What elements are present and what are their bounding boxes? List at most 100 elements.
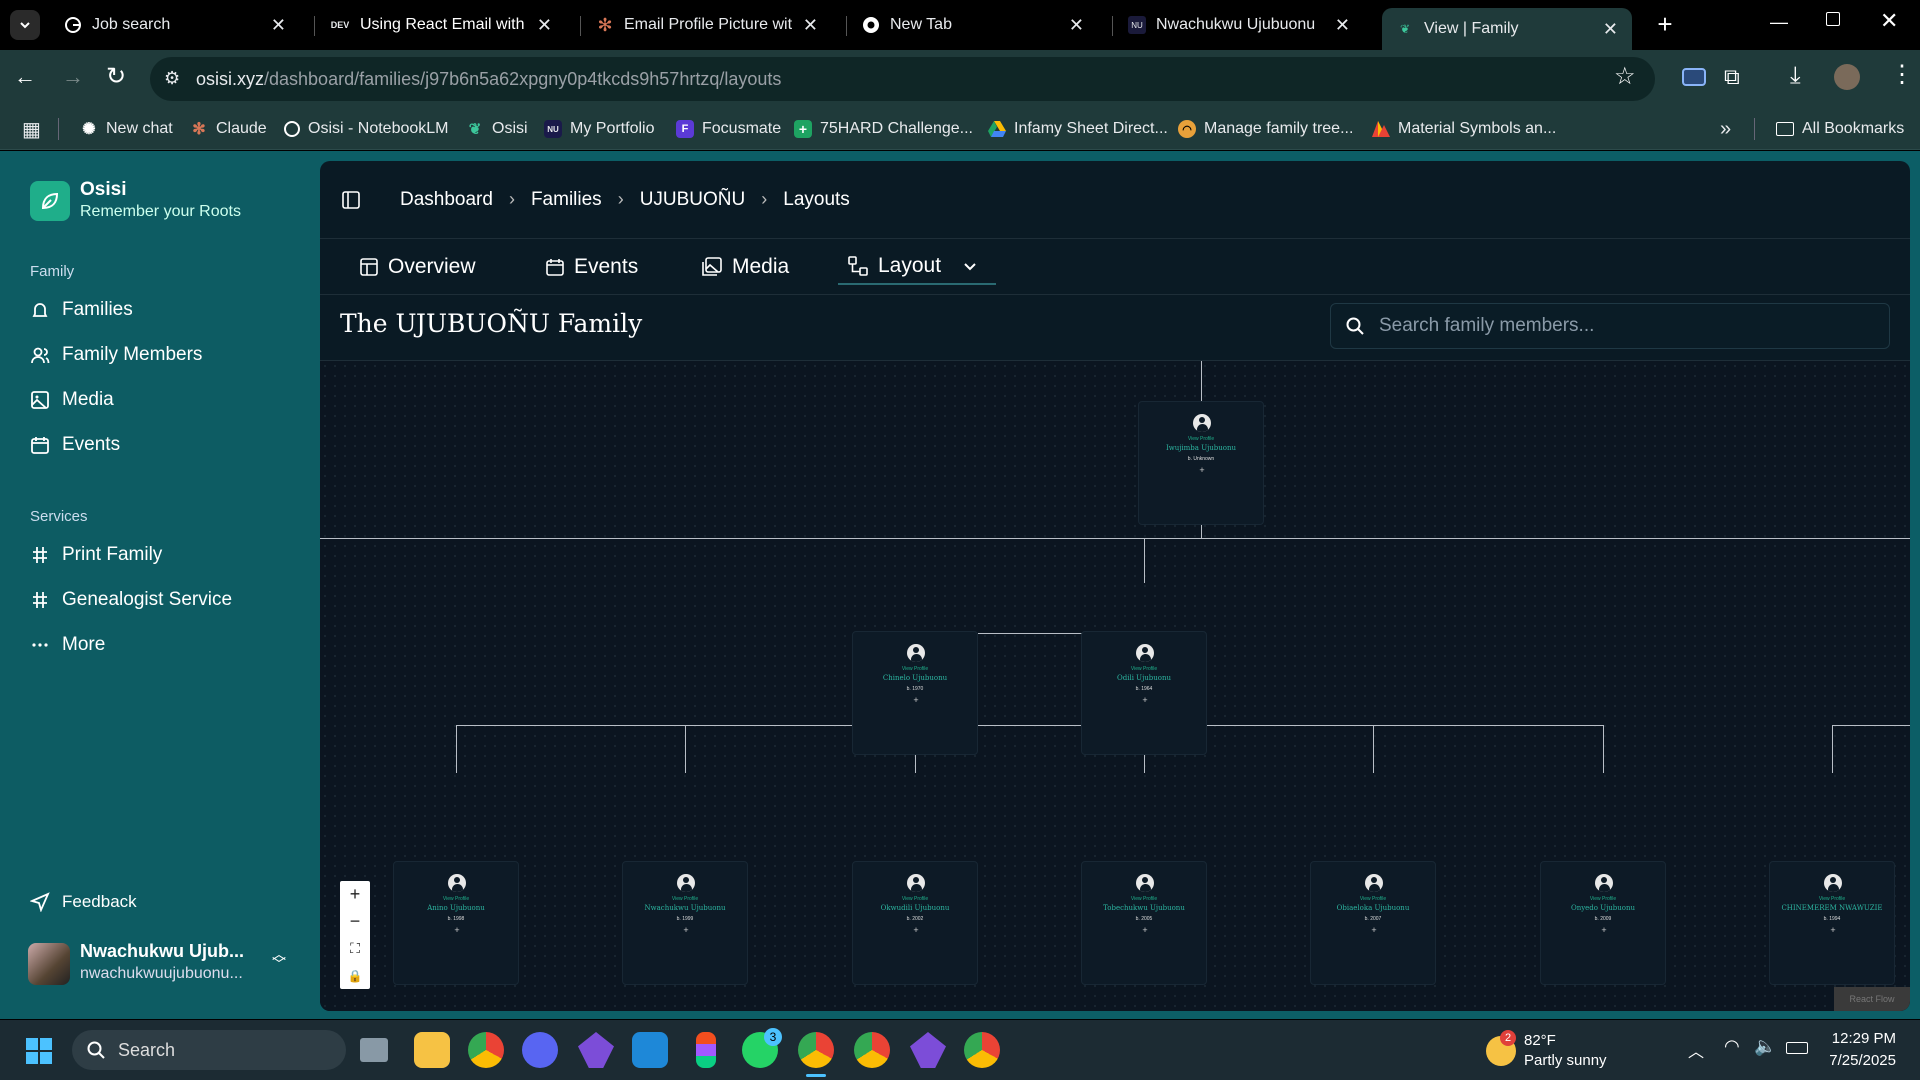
chrome-icon[interactable] xyxy=(964,1032,1000,1068)
sidebar-item-families[interactable]: Families xyxy=(30,299,133,321)
view-profile-link[interactable]: View Profile xyxy=(623,896,747,902)
close-icon[interactable]: ✕ xyxy=(803,15,818,36)
bookmarks-overflow-icon[interactable]: » xyxy=(1720,116,1731,142)
add-relative-button[interactable]: + xyxy=(1138,924,1152,936)
back-arrow-icon[interactable]: ← xyxy=(14,64,36,90)
bookmark-item[interactable]: +75HARD Challenge... xyxy=(794,116,973,142)
wifi-icon[interactable]: ◠ xyxy=(1724,1036,1740,1057)
volume-icon[interactable]: 🔈 xyxy=(1754,1036,1776,1057)
view-profile-link[interactable]: View Profile xyxy=(853,666,977,672)
family-member-node[interactable]: View Profile Iwujimba Ujubuonu b. Unknow… xyxy=(1138,401,1264,525)
breadcrumb-item[interactable]: UJUBUOÑU xyxy=(640,189,746,211)
add-relative-button[interactable]: + xyxy=(909,694,923,706)
browser-tab[interactable]: NU Nwachukwu Ujubuonu ✕ xyxy=(1114,8,1364,42)
bookmark-item[interactable]: Material Symbols an... xyxy=(1372,116,1556,142)
add-relative-button[interactable]: + xyxy=(909,924,923,936)
all-bookmarks-button[interactable]: All Bookmarks xyxy=(1776,116,1904,142)
sidebar-item-print-family[interactable]: Print Family xyxy=(30,544,162,566)
browser-tab[interactable]: DEV Using React Email with the ✕ xyxy=(316,8,566,42)
weather-widget[interactable]: 2 82°F Partly sunny xyxy=(1486,1026,1626,1074)
add-relative-button[interactable]: + xyxy=(1597,924,1611,936)
bookmark-item[interactable]: ✺ New chat xyxy=(80,116,172,142)
view-profile-link[interactable]: View Profile xyxy=(1541,896,1665,902)
close-icon[interactable]: ✕ xyxy=(1335,15,1350,36)
taskbar-search[interactable]: Search xyxy=(72,1030,346,1070)
fit-view-button[interactable]: ⛶ xyxy=(340,935,370,962)
view-profile-link[interactable]: View Profile xyxy=(1082,666,1206,672)
family-member-node[interactable]: View Profile CHINEMEREM NWAWUZIE b. 1994… xyxy=(1769,861,1895,985)
add-relative-button[interactable]: + xyxy=(1195,464,1209,476)
task-view-icon[interactable] xyxy=(360,1038,388,1062)
browser-tab[interactable]: ✻ Email Profile Picture with R ✕ xyxy=(582,8,832,42)
view-profile-link[interactable]: View Profile xyxy=(1082,896,1206,902)
family-member-node[interactable]: View Profile Okwudili Ujubuonu b. 2002 + xyxy=(852,861,978,985)
close-icon[interactable]: ✕ xyxy=(537,15,552,36)
bookmark-item[interactable]: NU My Portfolio xyxy=(544,116,654,142)
family-tree-canvas[interactable]: View Profile Iwujimba Ujubuonu b. Unknow… xyxy=(320,361,1910,1011)
bookmark-item[interactable]: ◠ Manage family tree... xyxy=(1178,116,1353,142)
new-tab-button[interactable]: + xyxy=(1650,10,1680,40)
minimize-icon[interactable]: — xyxy=(1770,12,1788,33)
bookmark-item[interactable]: ✻ Claude xyxy=(190,116,266,142)
tab-events[interactable]: Events xyxy=(546,249,638,285)
vscode-icon[interactable] xyxy=(632,1032,668,1068)
add-relative-button[interactable]: + xyxy=(1367,924,1381,936)
view-profile-link[interactable]: View Profile xyxy=(394,896,518,902)
add-relative-button[interactable]: + xyxy=(1826,924,1840,936)
extensions-puzzle-icon[interactable]: ⧉ xyxy=(1724,64,1740,90)
add-relative-button[interactable]: + xyxy=(679,924,693,936)
search-input[interactable]: Search family members... xyxy=(1330,303,1890,349)
windows-start-icon[interactable] xyxy=(26,1038,52,1064)
obsidian-icon[interactable] xyxy=(910,1032,946,1068)
view-profile-link[interactable]: View Profile xyxy=(853,896,977,902)
feedback-link[interactable]: Feedback xyxy=(30,892,137,912)
close-icon[interactable]: ✕ xyxy=(1069,15,1084,36)
profile-avatar[interactable] xyxy=(1834,64,1860,90)
tab-media[interactable]: Media xyxy=(702,249,789,285)
close-icon[interactable]: ✕ xyxy=(271,15,286,36)
sidebar-item-genealogist-service[interactable]: Genealogist Service xyxy=(30,589,232,611)
reload-icon[interactable]: ↻ xyxy=(106,62,126,91)
sidebar-item-events[interactable]: Events xyxy=(30,434,120,456)
user-menu[interactable]: Nwachukwu Ujub... nwachukwuujubuonu... ︿… xyxy=(28,941,298,989)
tab-layout[interactable]: Layout xyxy=(838,249,996,285)
bookmark-star-icon[interactable]: ☆ xyxy=(1614,62,1636,91)
obsidian-icon[interactable] xyxy=(578,1032,614,1068)
kebab-menu-icon[interactable]: ⋮ xyxy=(1890,60,1914,89)
breadcrumb-item[interactable]: Dashboard xyxy=(400,189,493,211)
chrome-icon[interactable] xyxy=(798,1032,834,1068)
cast-icon[interactable] xyxy=(1682,68,1706,86)
family-member-node[interactable]: View Profile Onyedo Ujubuonu b. 2009 + xyxy=(1540,861,1666,985)
view-profile-link[interactable]: View Profile xyxy=(1139,436,1263,442)
download-icon[interactable]: ⤓ xyxy=(1790,62,1801,90)
browser-tab[interactable]: Job search ✕ xyxy=(50,8,300,42)
family-member-node[interactable]: View Profile Obiaeloka Ujubuonu b. 2007 … xyxy=(1310,861,1436,985)
sidebar-item-more[interactable]: More xyxy=(30,634,105,656)
bookmark-item[interactable]: ❦ Osisi xyxy=(466,116,528,142)
family-member-node[interactable]: View Profile Nwachukwu Ujubuonu b. 1999 … xyxy=(622,861,748,985)
chrome-icon[interactable] xyxy=(854,1032,890,1068)
zoom-out-button[interactable]: − xyxy=(340,908,370,935)
family-member-node[interactable]: View Profile Anino Ujubuonu b. 1998 + xyxy=(393,861,519,985)
sidebar-item-family-members[interactable]: Family Members xyxy=(30,344,202,366)
family-member-node[interactable]: View Profile Odili Ujubuonu b. 1964 + xyxy=(1081,631,1207,755)
view-profile-link[interactable]: View Profile xyxy=(1770,896,1894,902)
add-relative-button[interactable]: + xyxy=(450,924,464,936)
battery-icon[interactable] xyxy=(1786,1042,1808,1054)
tab-search-button[interactable] xyxy=(10,10,40,40)
address-bar[interactable]: ⚙ osisi.xyz/dashboard/families/j97b6n5a6… xyxy=(150,57,1655,101)
file-explorer-icon[interactable] xyxy=(414,1032,450,1068)
close-icon[interactable]: ✕ xyxy=(1603,19,1618,40)
lock-button[interactable]: 🔒 xyxy=(340,962,370,989)
browser-tab-active[interactable]: ❦ View | Family ✕ xyxy=(1382,8,1632,50)
tab-overview[interactable]: Overview xyxy=(360,249,476,285)
bookmark-item[interactable]: Osisi - NotebookLM xyxy=(284,116,449,142)
add-relative-button[interactable]: + xyxy=(1138,694,1152,706)
chrome-icon[interactable] xyxy=(468,1032,504,1068)
sidebar-toggle-icon[interactable] xyxy=(342,191,360,209)
sidebar-item-media[interactable]: Media xyxy=(30,389,114,411)
breadcrumb-item[interactable]: Families xyxy=(531,189,602,211)
system-clock[interactable]: 12:29 PM 7/25/2025 xyxy=(1829,1028,1896,1072)
zoom-in-button[interactable]: + xyxy=(340,881,370,908)
close-window-icon[interactable]: ✕ xyxy=(1880,8,1898,34)
